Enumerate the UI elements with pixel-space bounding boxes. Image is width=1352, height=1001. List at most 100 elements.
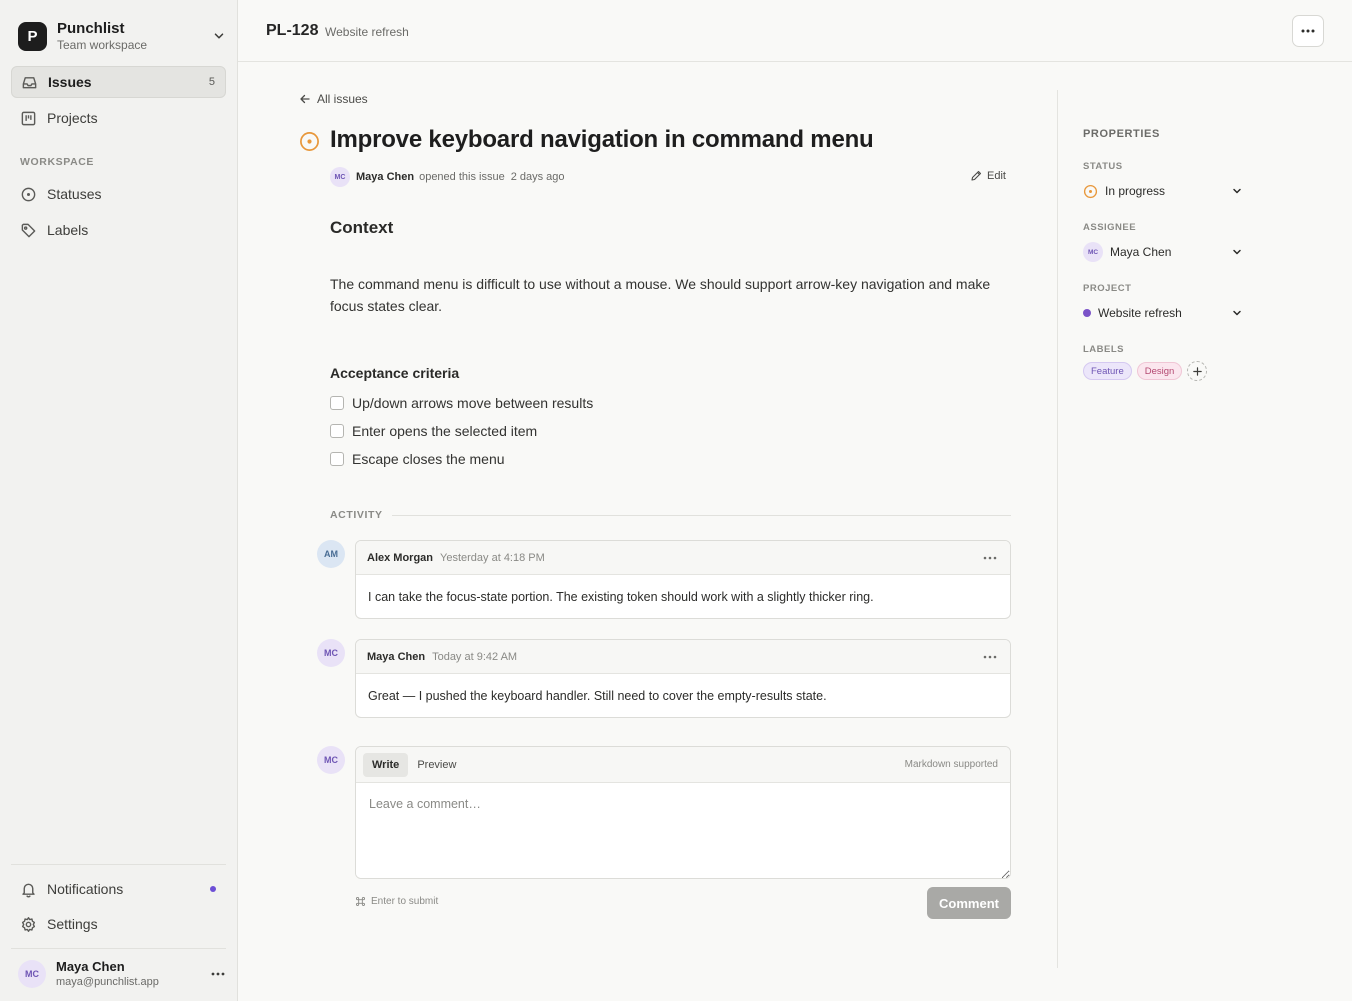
edit-label: Edit: [987, 170, 1006, 182]
acceptance-criteria-heading: Acceptance criteria: [330, 365, 460, 381]
comment: Maya Chen Today at 9:42 AM Great — I pus…: [355, 639, 1011, 718]
labels-label: LABELS: [1083, 344, 1124, 355]
more-actions-button[interactable]: [1292, 15, 1324, 47]
comment-header: Maya Chen Today at 9:42 AM: [356, 640, 1010, 674]
label-chip-feature[interactable]: Feature: [1083, 362, 1132, 380]
workspace-switcher[interactable]: P Punchlist Team workspace: [18, 20, 226, 52]
command-key-icon: [355, 896, 371, 907]
user-menu-ellipsis-icon[interactable]: [210, 966, 226, 982]
comment-submit-button[interactable]: Comment: [927, 887, 1011, 919]
issues-count-badge: 5: [208, 76, 215, 88]
user-text: Maya Chen maya@punchlist.app: [56, 959, 210, 989]
avatar: MC: [317, 746, 345, 774]
add-label-button[interactable]: [1187, 361, 1208, 381]
status-circle-icon: [20, 186, 37, 203]
back-link-label: All issues: [317, 92, 368, 106]
status-select[interactable]: In progress: [1083, 180, 1243, 202]
sidebar-item-settings[interactable]: Settings: [11, 908, 226, 940]
submit-hint: Enter to submit: [355, 896, 438, 907]
arrow-left-icon: [299, 93, 317, 105]
sidebar-item-label: Statuses: [47, 186, 102, 202]
submit-hint-text: Enter to submit: [371, 896, 439, 907]
comment-time: Today at 9:42 AM: [432, 650, 518, 663]
edit-issue-button[interactable]: Edit: [970, 170, 1006, 182]
user-name: Maya Chen: [56, 959, 125, 974]
comment-composer: Write Preview Markdown supported: [355, 746, 1011, 879]
composer-tabs: Write Preview Markdown supported: [356, 747, 1010, 783]
criteria-text: Up/down arrows move between results: [352, 395, 594, 411]
issue-meta: MC Maya Chen opened this issue 2 days ag…: [330, 167, 565, 187]
issue-id: PL-128: [266, 22, 319, 39]
criteria-item[interactable]: Enter opens the selected item: [330, 422, 537, 440]
context-heading: Context: [330, 218, 394, 237]
bell-icon: [20, 881, 37, 898]
chevron-down-icon: [1231, 246, 1243, 258]
issue-author: Maya Chen: [356, 171, 415, 183]
issue-opened-time: 2 days ago: [510, 171, 565, 183]
criteria-item[interactable]: Up/down arrows move between results: [330, 394, 593, 412]
current-user[interactable]: MC Maya Chen maya@punchlist.app: [18, 958, 226, 990]
avatar: MC: [18, 960, 46, 988]
sidebar-item-projects[interactable]: Projects: [11, 102, 226, 134]
project-label: PROJECT: [1083, 283, 1132, 294]
assignee-select[interactable]: MC Maya Chen: [1083, 241, 1243, 263]
criteria-text: Enter opens the selected item: [352, 423, 538, 439]
inbox-icon: [21, 74, 38, 91]
kanban-icon: [20, 110, 37, 127]
properties-title: PROPERTIES: [1083, 128, 1160, 140]
sidebar-item-statuses[interactable]: Statuses: [11, 178, 226, 210]
unread-dot: [210, 886, 216, 892]
avatar: MC: [330, 167, 350, 187]
assignee-label: ASSIGNEE: [1083, 222, 1137, 233]
sidebar-divider: [11, 864, 226, 865]
project-color-dot: [1083, 309, 1091, 317]
sidebar-item-label: Issues: [48, 74, 92, 90]
avatar: MC: [1083, 242, 1103, 262]
label-chip-design[interactable]: Design: [1136, 362, 1183, 380]
assignee-value: Maya Chen: [1110, 245, 1172, 259]
comment-author: Alex Morgan: [367, 551, 434, 564]
workspace-text: Punchlist Team workspace: [57, 20, 212, 53]
sidebar-item-label: Notifications: [47, 881, 124, 897]
comment-time: Yesterday at 4:18 PM: [440, 551, 545, 564]
checkbox[interactable]: [330, 452, 344, 466]
chevron-down-icon: [1231, 307, 1243, 319]
workspace-subtitle: Team workspace: [57, 37, 148, 52]
properties-panel: PROPERTIES STATUS In progress ASSIGNEE M…: [1057, 90, 1352, 968]
tab-write[interactable]: Write: [363, 752, 409, 777]
comment-author: Maya Chen: [367, 650, 426, 663]
comment: Alex Morgan Yesterday at 4:18 PM I can t…: [355, 540, 1011, 619]
sidebar-item-labels[interactable]: Labels: [11, 214, 226, 246]
context-paragraph: The command menu is difficult to use wit…: [330, 276, 991, 314]
in-progress-status-icon[interactable]: [299, 131, 320, 152]
status-value: In progress: [1105, 184, 1166, 198]
comment-menu-ellipsis-icon[interactable]: [982, 550, 998, 566]
sidebar-item-label: Settings: [47, 916, 98, 932]
comment-input[interactable]: [356, 783, 1010, 878]
back-to-issues-link[interactable]: All issues: [299, 92, 368, 106]
labels-list: Feature Design: [1083, 361, 1208, 381]
status-label: STATUS: [1083, 161, 1123, 172]
workspace-section-label: WORKSPACE: [20, 156, 95, 168]
activity-divider: [392, 515, 1011, 516]
project-select[interactable]: Website refresh: [1083, 302, 1243, 324]
comment-body: I can take the focus-state portion. The …: [368, 589, 874, 604]
activity-label: ACTIVITY: [330, 509, 383, 521]
gear-icon: [20, 916, 37, 933]
sidebar-item-issues[interactable]: Issues 5: [11, 66, 226, 98]
issue-title: Improve keyboard navigation in command m…: [330, 126, 874, 153]
criteria-item[interactable]: Escape closes the menu: [330, 450, 505, 468]
checkbox[interactable]: [330, 396, 344, 410]
workspace-logo: P: [18, 21, 47, 51]
avatar: AM: [317, 540, 345, 568]
comment-menu-ellipsis-icon[interactable]: [982, 649, 998, 665]
checkbox[interactable]: [330, 424, 344, 438]
criteria-text: Escape closes the menu: [352, 451, 505, 467]
sidebar-item-notifications[interactable]: Notifications: [11, 873, 226, 905]
in-progress-status-icon: [1083, 184, 1098, 199]
issue-project-link[interactable]: Website refresh: [325, 25, 409, 39]
chevron-down-icon: [1231, 185, 1243, 197]
workspace-name: Punchlist: [57, 19, 125, 37]
plus-icon: [1192, 366, 1203, 377]
tab-preview[interactable]: Preview: [408, 753, 465, 777]
